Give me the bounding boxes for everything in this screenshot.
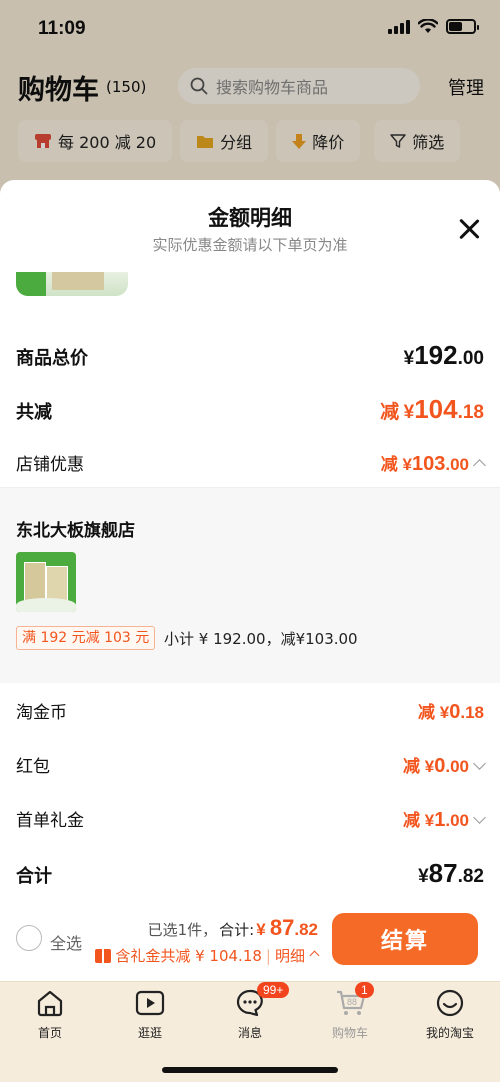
home-indicator [162,1067,338,1073]
video-play-icon [135,990,165,1016]
store-discount-detail: 东北大板旗舰店 [0,487,500,683]
checkout-amount: ¥ 87.82 [256,915,318,940]
taojinbi-label: 淘金币 [16,703,67,723]
checkout-summary: 已选1件， 合计: ¥ 87.82 [148,915,318,941]
tab-label: 购物车 [331,1026,368,1040]
store-discount-row[interactable]: 店铺优惠 减 ¥103.00 [16,450,486,476]
store-discount-value: 减 ¥103.00 [381,450,486,476]
tab-messages[interactable]: 99+ 消息 [200,982,300,1041]
checkout-bar: 全选 已选1件， 合计: ¥ 87.82 含礼金共减 ¥ 104.18 | 明细… [0,905,500,981]
tab-label: 逛逛 [137,1026,162,1040]
red-packet-value: 减 ¥0.00 [403,752,486,778]
total-label: 合计: [219,921,255,939]
chevron-up-icon [309,950,320,961]
taojinbi-value: 减 ¥0.18 [418,701,484,723]
total-price-label: 商品总价 [16,348,88,369]
tab-browse[interactable]: 逛逛 [100,988,200,1041]
cart-badge: 1 [355,982,374,998]
message-badge: 99+ [257,982,290,998]
detail-link[interactable]: 明细 [275,945,305,966]
gift-icon [95,948,112,963]
total-discount-value: 减 ¥104.18 [380,394,484,424]
product-image [16,552,76,612]
close-icon[interactable] [458,218,480,240]
red-packet-label: 红包 [16,757,50,777]
store-name: 东北大板旗舰店 [16,521,135,541]
sheet-title: 金额明细 [208,206,292,230]
sum-row: 合计 ¥87.82 [16,858,484,889]
tab-label: 我的淘宝 [425,1026,474,1040]
select-all-label[interactable]: 全选 [50,930,82,954]
svg-text:88: 88 [347,997,357,1007]
promo-tag: 满 192 元减 103 元 [16,626,156,650]
gift-discount-line[interactable]: 含礼金共减 ¥ 104.18 | 明细 [95,945,320,966]
total-price-value: ¥192.00 [403,340,484,370]
store-subtotal: 小计 ¥ 192.00，减¥103.00 [164,630,358,648]
first-order-gift-row[interactable]: 首单礼金 减 ¥1.00 [16,806,486,832]
selected-count-text: 已选1件， [147,921,218,939]
profile-smile-icon [436,989,464,1017]
sheet-subtitle: 实际优惠金额请以下单页为准 [152,236,348,254]
chevron-down-icon [473,811,486,824]
chevron-up-icon [473,459,486,472]
product-thumbnail-peek [16,272,128,296]
bottom-tab-bar: 首页 逛逛 99+ 消息 88 1 购物车 我的淘宝 [0,981,500,1082]
gift-discount-text: 含礼金共减 ¥ 104.18 [115,947,262,965]
chevron-down-icon [473,757,486,770]
home-icon [37,990,63,1017]
store-discount-label: 店铺优惠 [16,455,84,475]
sum-value: ¥87.82 [418,858,484,888]
tab-cart[interactable]: 88 1 购物车 [300,982,400,1041]
total-price-row: 商品总价 ¥192.00 [16,340,484,371]
first-order-gift-label: 首单礼金 [16,811,84,831]
taojinbi-row: 淘金币 减 ¥0.18 [16,698,484,724]
first-order-gift-value: 减 ¥1.00 [403,806,486,832]
select-all-radio[interactable] [16,925,42,951]
tab-label: 消息 [237,1026,262,1040]
tab-home[interactable]: 首页 [0,988,100,1041]
total-discount-label: 共减 [16,402,52,423]
amount-detail-sheet: 金额明细 实际优惠金额请以下单页为准 商品总价 ¥192.00 共减 减 ¥10… [0,180,500,980]
total-discount-row: 共减 减 ¥104.18 [16,394,484,425]
red-packet-row[interactable]: 红包 减 ¥0.00 [16,752,486,778]
tab-my-taobao[interactable]: 我的淘宝 [400,988,500,1041]
sum-label: 合计 [16,866,52,887]
tab-label: 首页 [37,1026,62,1040]
checkout-button[interactable]: 结算 [332,913,478,965]
